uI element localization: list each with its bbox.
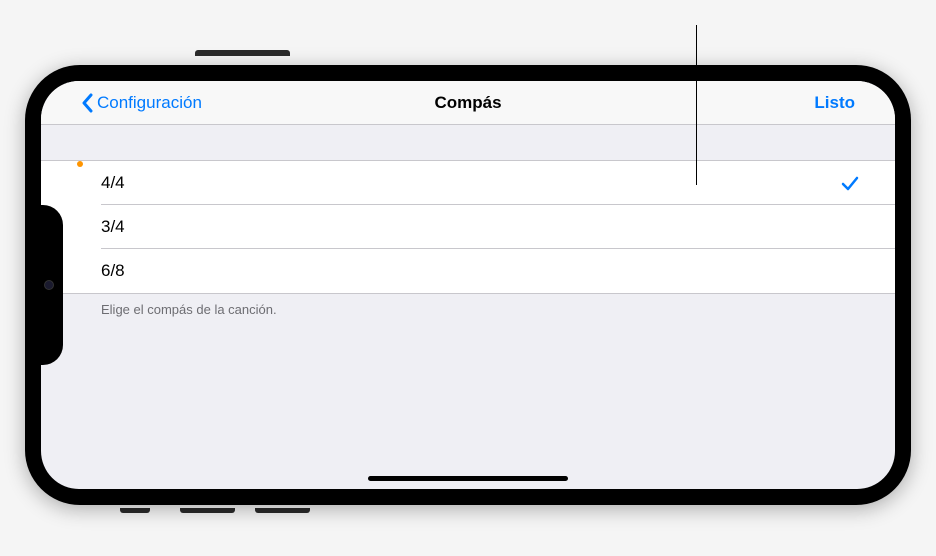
- option-label: 3/4: [101, 217, 125, 237]
- time-signature-list: 4/4 3/4 6/8: [41, 160, 895, 294]
- phone-side-button-mute: [120, 508, 150, 513]
- done-button[interactable]: Listo: [814, 93, 855, 113]
- phone-frame: Configuración Compás Listo 4/4: [25, 65, 911, 505]
- nav-bar: Configuración Compás Listo: [41, 81, 895, 125]
- recording-indicator-dot: [77, 161, 83, 167]
- screen: Configuración Compás Listo 4/4: [41, 81, 895, 489]
- option-label: 4/4: [101, 173, 125, 193]
- option-label: 6/8: [101, 261, 125, 281]
- list-item-3-4[interactable]: 3/4: [41, 205, 895, 249]
- page-title: Compás: [434, 93, 501, 113]
- phone-side-button-vol-up: [180, 508, 235, 513]
- back-label: Configuración: [97, 93, 202, 113]
- checkmark-icon: [841, 174, 859, 192]
- home-indicator[interactable]: [368, 476, 568, 481]
- content-area: 4/4 3/4 6/8: [41, 125, 895, 317]
- front-camera: [44, 280, 54, 290]
- phone-body: Configuración Compás Listo 4/4: [37, 77, 899, 493]
- list-item-4-4[interactable]: 4/4: [41, 161, 895, 205]
- footer-hint: Elige el compás de la canción.: [41, 294, 895, 317]
- back-button[interactable]: Configuración: [81, 93, 202, 113]
- phone-side-button-vol-down: [255, 508, 310, 513]
- list-item-6-8[interactable]: 6/8: [41, 249, 895, 293]
- notch: [35, 205, 63, 365]
- phone-side-button-top: [195, 50, 290, 56]
- chevron-back-icon: [81, 93, 93, 113]
- callout-line: [696, 25, 697, 185]
